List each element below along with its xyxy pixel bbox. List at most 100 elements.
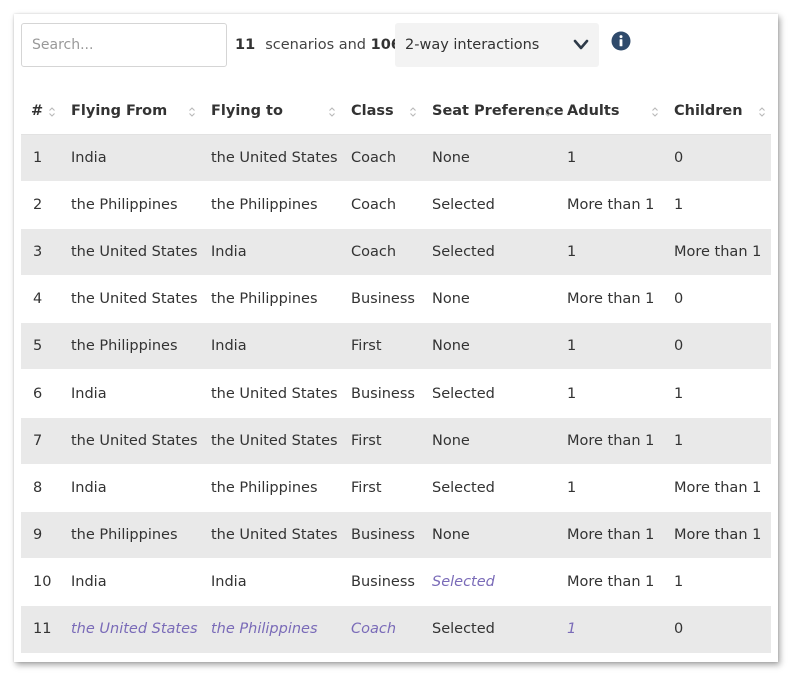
table-cell: the United States xyxy=(61,417,201,465)
table-cell: the United States xyxy=(61,275,201,324)
column-header-children[interactable]: Children xyxy=(664,89,771,135)
table-row: 5 the Philippines India First None 1 0 xyxy=(21,322,771,371)
table-cell: First xyxy=(341,464,422,513)
table-cell: the United States xyxy=(201,511,341,560)
table-cell: 4 xyxy=(21,275,61,324)
table-row: 6 India the United States Business Selected 1… xyxy=(21,369,771,418)
table-cell: 1 xyxy=(21,134,61,182)
table-cell: None xyxy=(422,275,557,324)
table-cell: Coach xyxy=(341,134,422,182)
sort-icon xyxy=(759,107,765,117)
table-cell: Business xyxy=(341,511,422,560)
column-header-label: Flying to xyxy=(211,103,283,120)
table-cell: the Philippines xyxy=(201,605,341,654)
column-header-seat-preference[interactable]: Seat Preference xyxy=(422,89,564,135)
table-cell: 1 xyxy=(557,228,664,277)
table-cell: 5 xyxy=(21,322,61,371)
interaction-select[interactable]: 2-way interactions xyxy=(395,23,599,67)
sort-icon xyxy=(545,107,551,117)
table-cell: India xyxy=(61,464,201,513)
table-cell: 9 xyxy=(21,511,61,560)
table-cell: the Philippines xyxy=(201,275,341,324)
scenario-summary: 11 scenarios and 106 xyxy=(235,23,401,67)
sort-icon xyxy=(189,107,195,117)
scenario-table: # Flying From Flying to Class Seat Prefe… xyxy=(21,89,771,654)
table-cell: the Philippines xyxy=(201,181,341,229)
table-cell: the United States xyxy=(201,417,341,465)
column-header-number[interactable]: # xyxy=(21,89,61,135)
column-header-class[interactable]: Class xyxy=(341,89,422,135)
table-cell: 11 xyxy=(21,605,61,654)
table-cell: the Philippines xyxy=(61,511,201,560)
table-cell: Business xyxy=(341,369,422,418)
table-cell: India xyxy=(201,228,341,277)
column-header-label: Class xyxy=(351,103,394,120)
table-row: 11 the United States the Philippines Coach S… xyxy=(21,605,771,654)
table-cell: 0 xyxy=(664,322,771,371)
table-cell: Selected xyxy=(422,464,557,513)
table-cell: 0 xyxy=(664,275,771,324)
column-header-flying-from[interactable]: Flying From xyxy=(61,89,201,135)
table-cell: the Philippines xyxy=(61,181,201,229)
column-header-adults[interactable]: Adults xyxy=(557,89,664,135)
table-cell: More than 1 xyxy=(557,511,664,560)
table-cell: India xyxy=(201,322,341,371)
table-row: 10 India India Business Selected More than 11 xyxy=(21,558,771,607)
sort-icon xyxy=(652,107,658,117)
table-cell: Business xyxy=(341,275,422,324)
table-cell: 6 xyxy=(21,369,61,418)
table-cell: 7 xyxy=(21,417,61,465)
table-cell: Selected xyxy=(422,605,557,654)
table-cell: More than 1 xyxy=(557,181,664,229)
column-header-flying-to[interactable]: Flying to xyxy=(201,89,341,135)
table-cell: Selected xyxy=(422,369,557,418)
table-cell: Selected xyxy=(422,558,557,607)
table-row: 7 the United States the United States First… xyxy=(21,417,771,465)
table-cell: 1 xyxy=(557,369,664,418)
table-cell: More than 1 xyxy=(664,228,771,277)
table-cell: 1 xyxy=(664,417,771,465)
table-cell: the United States xyxy=(61,228,201,277)
table-cell: 8 xyxy=(21,464,61,513)
table-cell: Selected xyxy=(422,181,557,229)
table-cell: None xyxy=(422,134,557,182)
column-header-label: # xyxy=(31,103,44,120)
table-header-row: # Flying From Flying to Class Seat Prefe… xyxy=(21,89,771,135)
scenario-count: 11 xyxy=(235,37,256,53)
chevron-down-icon xyxy=(573,39,589,50)
table-cell: 2 xyxy=(21,181,61,229)
interaction-select-value: 2-way interactions xyxy=(405,37,540,53)
table-cell: the Philippines xyxy=(61,322,201,371)
table-cell: 0 xyxy=(664,134,771,182)
table-cell: More than 1 xyxy=(557,275,664,324)
info-icon[interactable] xyxy=(611,31,631,51)
sort-icon xyxy=(329,107,335,117)
search-input[interactable] xyxy=(21,23,227,67)
table-cell: First xyxy=(341,417,422,465)
table-cell: More than 1 xyxy=(557,417,664,465)
table-cell: More than 1 xyxy=(664,511,771,560)
table-cell: 1 xyxy=(664,558,771,607)
table-row: 4 the United States the Philippines Busines… xyxy=(21,275,771,324)
table-row: 2 the Philippines the Philippines Coach Sele… xyxy=(21,181,771,229)
scenario-panel: 11scenarios and 106 2-way interactions #… xyxy=(14,14,778,662)
column-header-label: Adults xyxy=(567,103,620,120)
sort-icon xyxy=(49,107,55,117)
table-cell: Business xyxy=(341,558,422,607)
column-header-label: Flying From xyxy=(71,103,168,120)
table-cell: Selected xyxy=(422,228,557,277)
table-cell: India xyxy=(61,369,201,418)
column-header-label: Children xyxy=(674,103,743,120)
table-cell: First xyxy=(341,322,422,371)
table-cell: Coach xyxy=(341,228,422,277)
scenarios-text: scenarios and xyxy=(265,37,367,53)
table-cell: 0 xyxy=(664,605,771,654)
table-cell: Coach xyxy=(341,181,422,229)
table-cell: 1 xyxy=(557,322,664,371)
table-row: 3 the United States India Coach Selected 1 Mor… xyxy=(21,228,771,277)
table-row: 8 India the Philippines First Selected 1 More … xyxy=(21,464,771,513)
table-cell: 3 xyxy=(21,228,61,277)
table-cell: 1 xyxy=(664,369,771,418)
table-cell: More than 1 xyxy=(557,558,664,607)
table-row: 1 India the United States Coach None 1 0 xyxy=(21,134,771,182)
